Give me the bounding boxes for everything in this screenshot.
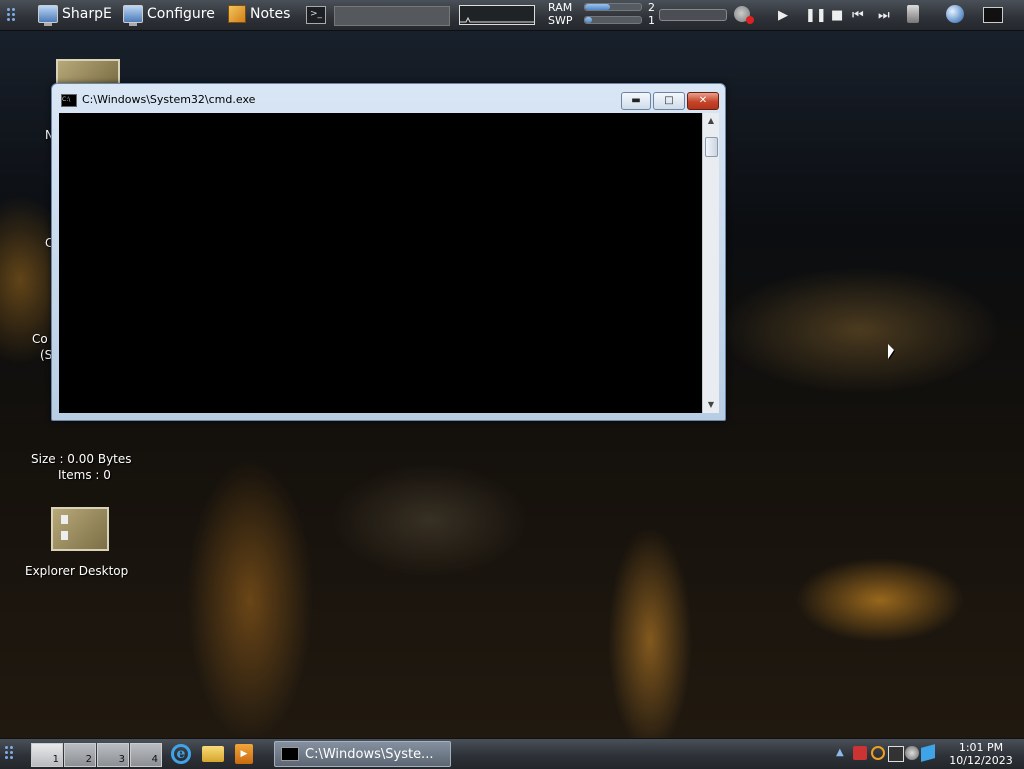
volume-muted-icon[interactable] xyxy=(734,6,754,24)
minimize-icon: ▬ xyxy=(631,95,641,106)
explorer-desktop-icon[interactable] xyxy=(51,507,109,551)
stop-icon[interactable]: ■ xyxy=(831,8,843,23)
swp-meter xyxy=(584,16,642,24)
cmd-icon: C:\ xyxy=(61,94,77,107)
configure-button[interactable]: Configure xyxy=(123,4,215,26)
configure-label: Configure xyxy=(147,6,215,22)
cpu-graph xyxy=(459,5,535,25)
app-tray-icon[interactable] xyxy=(921,744,935,762)
scroll-down-icon[interactable]: ▼ xyxy=(703,397,719,413)
console-output[interactable] xyxy=(59,113,702,413)
search-icon[interactable] xyxy=(871,746,885,760)
terminal-icon[interactable]: >_ xyxy=(306,6,326,24)
sharpe-label: SharpE xyxy=(62,6,112,22)
clock-time: 1:01 PM xyxy=(958,741,1004,754)
flag-alert-icon[interactable] xyxy=(853,746,867,760)
task-label: C:\Windows\Syste... xyxy=(305,746,434,762)
cmd-icon xyxy=(281,747,299,761)
notes-label: Notes xyxy=(250,6,291,22)
ram-value: 2 xyxy=(648,1,655,14)
explorer-desktop-label[interactable]: Explorer Desktop xyxy=(25,564,128,578)
minimize-button[interactable]: ▬ xyxy=(621,92,651,110)
maximize-button[interactable]: □ xyxy=(653,92,685,110)
notes-button[interactable]: Notes xyxy=(228,4,290,24)
desktop-size-text: Size : 0.00 Bytes xyxy=(31,452,132,466)
close-icon: ✕ xyxy=(698,95,708,106)
screen-icon[interactable] xyxy=(983,7,1003,23)
pause-icon[interactable]: ❚❚ xyxy=(805,8,827,23)
close-button[interactable]: ✕ xyxy=(687,92,719,110)
task-button-cmd[interactable]: C:\Windows\Syste... xyxy=(274,741,451,767)
ram-meter-fill xyxy=(585,4,611,10)
notes-icon xyxy=(228,5,246,23)
ram-label: RAM xyxy=(548,1,573,14)
menu-dots-icon[interactable] xyxy=(4,745,14,761)
partial-desktop-label: Co xyxy=(32,332,48,346)
swp-value: 1 xyxy=(648,14,655,27)
cpu-graph-line xyxy=(460,16,534,23)
cmd-window[interactable]: C:\ C:\Windows\System32\cmd.exe ▬ □ ✕ ▲ … xyxy=(51,83,726,421)
media-player-icon[interactable]: ▶ xyxy=(235,744,253,764)
workspace-1[interactable]: 1 xyxy=(31,743,63,767)
next-icon[interactable]: ⏭ xyxy=(878,8,890,23)
ram-meter xyxy=(584,3,642,11)
maximize-icon: □ xyxy=(664,95,674,106)
monitor-icon xyxy=(38,5,58,26)
taskbar: 1 2 3 4 e ▶ C:\Windows\Syste... ▲ 1:01 P… xyxy=(0,738,1024,769)
desktop-tile-icon[interactable] xyxy=(56,59,120,85)
tray-expand-icon[interactable]: ▲ xyxy=(836,747,844,758)
desktop-items-text: Items : 0 xyxy=(58,468,111,482)
usb-drive-icon[interactable] xyxy=(907,5,919,23)
top-bar: SharpE Configure Notes >_ RAM SWP 2 1 ▶ … xyxy=(0,0,1024,31)
clock[interactable]: 1:01 PM 10/12/2023 xyxy=(946,741,1016,767)
scroll-up-icon[interactable]: ▲ xyxy=(703,113,719,129)
volume-muted-icon[interactable] xyxy=(905,746,919,760)
sharpe-button[interactable]: SharpE xyxy=(38,4,112,26)
network-icon[interactable] xyxy=(888,746,904,762)
monitor-icon xyxy=(123,5,143,26)
workspace-2[interactable]: 2 xyxy=(64,743,96,767)
network-globe-icon[interactable] xyxy=(946,5,964,23)
internet-explorer-icon[interactable]: e xyxy=(171,744,191,764)
run-input[interactable] xyxy=(334,6,450,26)
swp-label: SWP xyxy=(548,14,573,27)
vertical-scrollbar[interactable]: ▲ ▼ xyxy=(702,113,719,413)
menu-dots-icon[interactable] xyxy=(6,7,16,23)
window-title: C:\Windows\System32\cmd.exe xyxy=(82,93,256,106)
documents-icon xyxy=(61,515,68,540)
play-icon[interactable]: ▶ xyxy=(778,8,788,23)
workspace-4[interactable]: 4 xyxy=(130,743,162,767)
workspace-3[interactable]: 3 xyxy=(97,743,129,767)
mouse-cursor-icon xyxy=(888,344,894,359)
folder-icon[interactable] xyxy=(202,746,224,762)
clock-date: 10/12/2023 xyxy=(949,754,1013,767)
previous-icon[interactable]: ⏮ xyxy=(852,8,864,23)
scroll-thumb[interactable] xyxy=(705,137,718,157)
volume-slider[interactable] xyxy=(659,9,727,21)
swp-meter-fill xyxy=(585,17,592,23)
